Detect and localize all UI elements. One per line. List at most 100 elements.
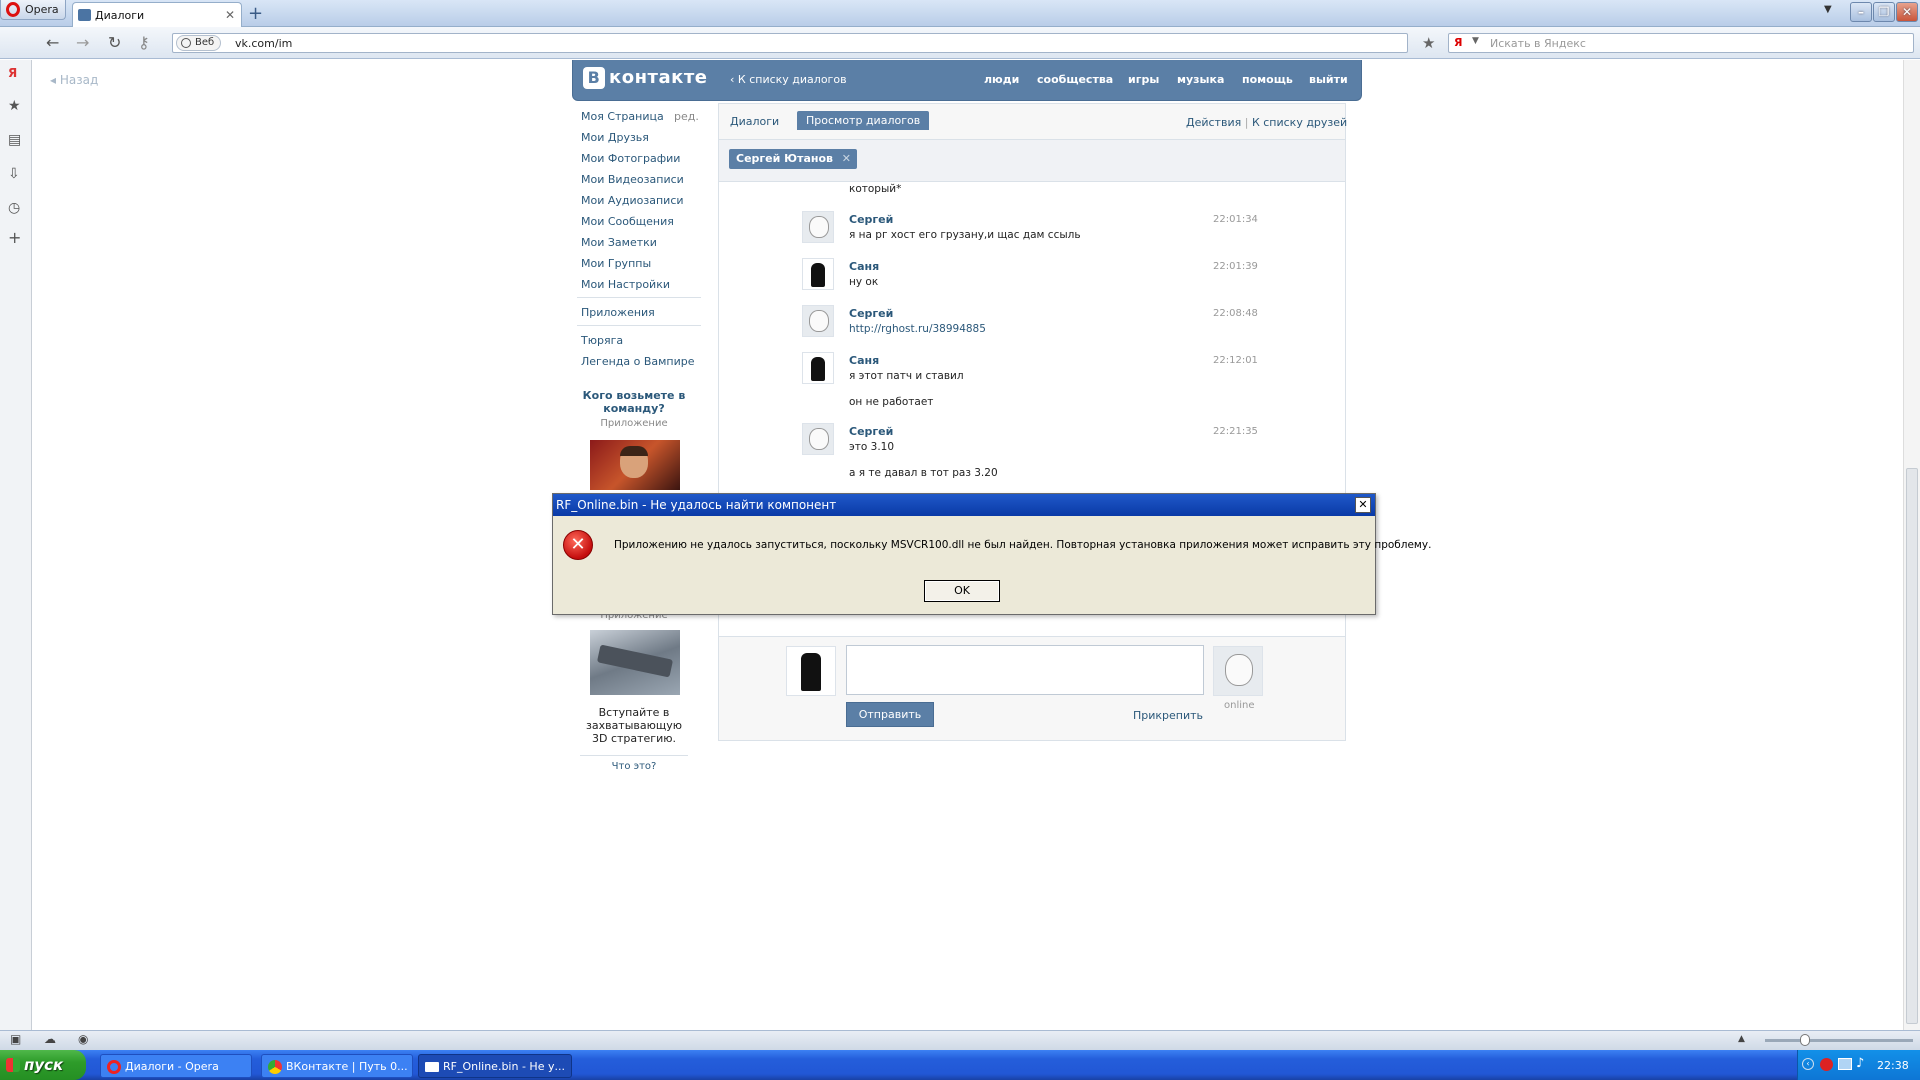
tray-opera-icon[interactable] (1820, 1058, 1833, 1071)
message-time: 22:01:39 (1213, 261, 1258, 272)
message-author[interactable]: Сергей (849, 307, 893, 320)
tray-expand-icon[interactable]: ‹ (1802, 1058, 1814, 1070)
windows-flag-icon (6, 1058, 20, 1072)
reload-icon[interactable]: ↻ (108, 33, 121, 52)
back-link[interactable]: ◂ Назад (50, 73, 98, 87)
menu-app-turyaga[interactable]: Тюряга (581, 334, 623, 347)
what-is-this-link[interactable]: Что это? (580, 761, 688, 772)
message-author[interactable]: Сергей (849, 425, 893, 438)
task-opera[interactable]: Диалоги - Opera (100, 1054, 252, 1078)
menu-my-photos[interactable]: Мои Фотографии (581, 152, 680, 165)
maximize-button[interactable]: ❐ (1873, 2, 1895, 22)
message-author[interactable]: Саня (849, 260, 879, 273)
address-field[interactable] (172, 33, 1408, 53)
address-text[interactable]: vk.com/im (235, 37, 292, 50)
menu-my-messages[interactable]: Мои Сообщения (581, 215, 674, 228)
attach-link[interactable]: Прикрепить (1133, 709, 1203, 722)
nav-help[interactable]: помощь (1242, 73, 1293, 86)
message-textarea[interactable] (846, 645, 1204, 695)
ok-button[interactable]: OK (924, 580, 1000, 602)
yandex-icon[interactable]: Я (1454, 36, 1462, 49)
vk-favicon-icon (78, 9, 91, 21)
nav-communities[interactable]: сообщества (1037, 73, 1113, 86)
peer-avatar[interactable] (1213, 646, 1263, 696)
forward-arrow-icon[interactable]: → (76, 33, 89, 52)
search-dropdown-icon[interactable]: ▼ (1472, 36, 1479, 46)
notes-icon[interactable]: ▤ (8, 132, 21, 148)
back-arrow-icon[interactable]: ← (46, 33, 59, 52)
my-avatar[interactable] (786, 646, 836, 696)
start-button[interactable]: пуск (0, 1050, 86, 1080)
menu-my-page[interactable]: Моя Страница (581, 110, 664, 123)
zoom-slider[interactable] (1765, 1039, 1913, 1042)
message-author[interactable]: Саня (849, 354, 879, 367)
menu-my-friends[interactable]: Мои Друзья (581, 131, 649, 144)
close-tab-icon[interactable]: ✕ (225, 8, 235, 22)
close-window-button[interactable]: ✕ (1896, 2, 1918, 22)
web-badge[interactable]: Веб (176, 35, 222, 51)
search-placeholder[interactable]: Искать в Яндекс (1490, 37, 1586, 50)
avatar-sergey[interactable] (802, 423, 834, 455)
nav-people[interactable]: люди (984, 73, 1019, 86)
task-chrome[interactable]: ВКонтакте | Путь 0... (261, 1054, 413, 1078)
browser-tab[interactable]: Диалоги ✕ (72, 2, 242, 27)
menu-my-groups[interactable]: Мои Группы (581, 257, 651, 270)
send-button[interactable]: Отправить (846, 702, 934, 727)
new-tab-button[interactable]: + (248, 3, 263, 24)
menu-my-videos[interactable]: Мои Видеозаписи (581, 173, 684, 186)
web-badge-label: Веб (195, 37, 215, 48)
menu-my-audio[interactable]: Мои Аудиозаписи (581, 194, 684, 207)
nav-music[interactable]: музыка (1177, 73, 1224, 86)
promo-image[interactable] (590, 440, 680, 490)
avatar-sanya[interactable] (802, 352, 834, 384)
edit-link[interactable]: ред. (674, 110, 699, 123)
avatar-sergey[interactable] (802, 305, 834, 337)
nav-games[interactable]: игры (1128, 73, 1159, 86)
promo2-gun-image[interactable] (590, 630, 680, 695)
yandex-panel-icon[interactable]: Я (8, 66, 17, 80)
tray-network-icon[interactable] (1838, 1058, 1852, 1070)
tab-dialogs[interactable]: Диалоги (730, 115, 779, 128)
dialog-close-icon[interactable]: ✕ (1355, 497, 1371, 513)
avatar-sergey[interactable] (802, 211, 834, 243)
minimize-button[interactable]: – (1850, 2, 1872, 22)
promo-title[interactable]: Кого возьмете в команду? (580, 389, 688, 415)
status-up-icon[interactable]: ▲ (1738, 1034, 1745, 1044)
cloud-icon[interactable]: ☁ (44, 1032, 56, 1046)
avatar-sanya[interactable] (802, 258, 834, 290)
menu-apps[interactable]: Приложения (581, 306, 655, 319)
bookmarks-star-icon[interactable]: ★ (8, 98, 21, 114)
panel-toggle-icon[interactable]: ▣ (10, 1032, 21, 1046)
message-time: 22:01:34 (1213, 214, 1258, 225)
bookmark-star-icon[interactable]: ★ (1422, 34, 1435, 52)
tab-view-dialogs[interactable]: Просмотр диалогов (797, 111, 930, 130)
menu-app-vampire[interactable]: Легенда о Вампире (581, 355, 695, 368)
gun-body (596, 644, 674, 678)
message-text: я этот патч и ставил (849, 370, 964, 382)
key-icon[interactable]: ⚷ (138, 33, 150, 52)
message-author[interactable]: Сергей (849, 213, 893, 226)
tray-volume-icon[interactable]: ♪ (1856, 1056, 1864, 1071)
nav-logout[interactable]: выйти (1309, 73, 1348, 86)
message-link[interactable]: http://rghost.ru/38994885 (849, 323, 986, 335)
vk-logo[interactable]: Вконтакте (583, 67, 707, 89)
actions-link[interactable]: Действия (1186, 116, 1241, 129)
history-clock-icon[interactable]: ◷ (8, 200, 20, 216)
back-to-dialogs-link[interactable]: ‹ К списку диалогов (730, 73, 847, 86)
add-panel-icon[interactable]: + (8, 228, 21, 247)
menu-my-settings[interactable]: Мои Настройки (581, 278, 670, 291)
silhouette-icon (811, 357, 825, 381)
zoom-slider-knob[interactable] (1800, 1034, 1810, 1046)
tab-list-chevron-icon[interactable]: ▼ (1824, 4, 1832, 15)
downloads-icon[interactable]: ⇩ (8, 166, 20, 182)
to-friends-link[interactable]: К списку друзей (1252, 116, 1347, 129)
peer-chip[interactable]: Сергей Ютанов ✕ (729, 149, 857, 169)
speed-dial-icon[interactable]: ◉ (78, 1032, 88, 1046)
remove-peer-icon[interactable]: ✕ (842, 149, 851, 169)
promo2-text[interactable]: Вступайте в захватывающую 3D стратегию. (580, 706, 688, 745)
task-rf-online[interactable]: RF_Online.bin - Не у... (418, 1054, 572, 1078)
scrollbar-thumb[interactable] (1906, 468, 1918, 1024)
error-dialog-title[interactable]: RF_Online.bin - Не удалось найти компоне… (553, 494, 1375, 516)
menu-my-notes[interactable]: Мои Заметки (581, 236, 657, 249)
opera-menu-button[interactable]: Opera (0, 0, 66, 20)
